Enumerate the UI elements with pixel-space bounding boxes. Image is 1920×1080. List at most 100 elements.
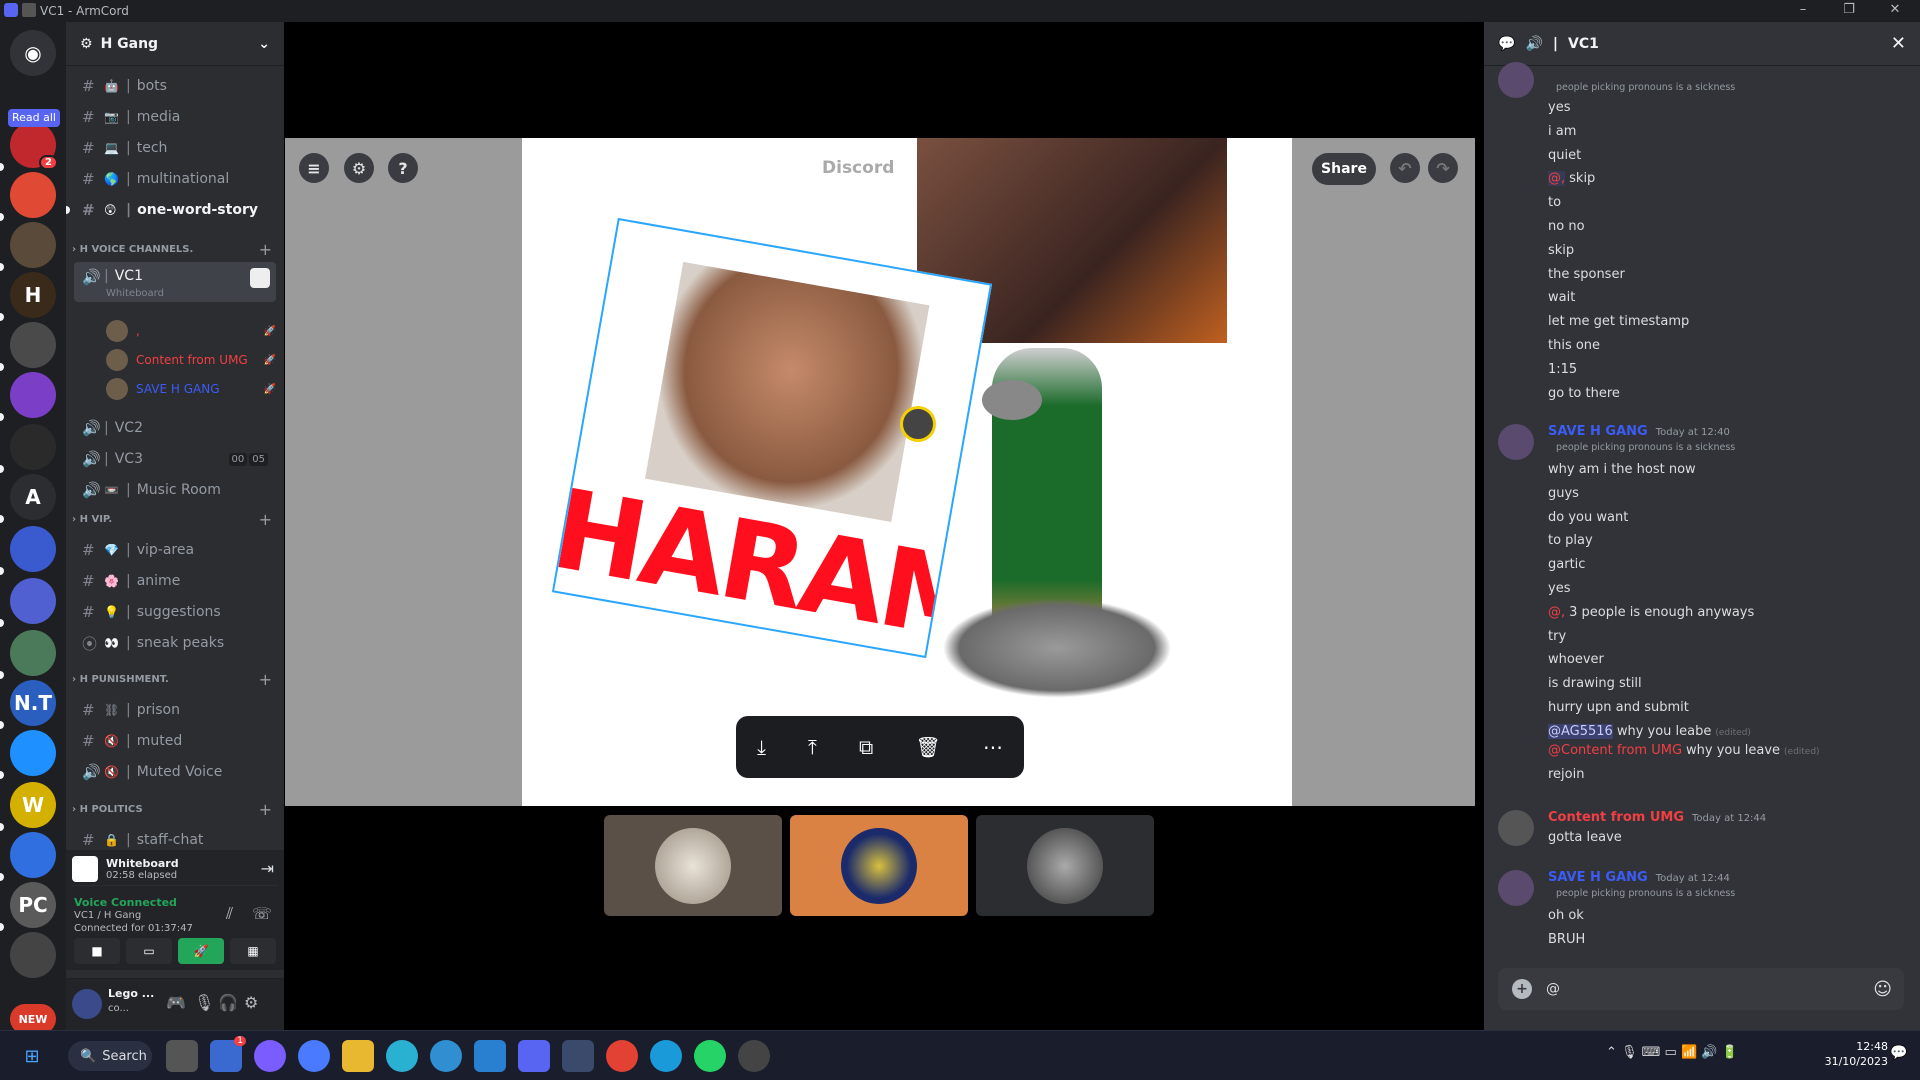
clock-date[interactable]: 31/10/2023 xyxy=(1818,1054,1888,1069)
close-icon[interactable]: ✕ xyxy=(1891,33,1906,54)
send-backward-icon[interactable]: ⤓ xyxy=(757,735,766,759)
mention[interactable]: @, xyxy=(1548,605,1565,620)
category-voice[interactable]: › H VOICE CHANNELS. + xyxy=(72,240,278,259)
category-politics[interactable]: › H POLITICS + xyxy=(72,800,278,819)
settings-gear-icon[interactable]: ⚙ xyxy=(244,993,258,1012)
message-input[interactable]: + @ ☺ xyxy=(1498,968,1904,1010)
channel-tech[interactable]: # 💻 | tech xyxy=(74,134,276,162)
channel-music-room[interactable]: 🔊 📼 | Music Room xyxy=(74,476,276,504)
voice-user[interactable]: , 🚀 xyxy=(106,318,276,344)
channel-media[interactable]: # 📷 | media xyxy=(74,103,276,131)
server-icon-s3[interactable] xyxy=(10,222,56,268)
delete-icon[interactable]: 🗑 xyxy=(915,735,940,759)
server-icon-s10[interactable] xyxy=(10,578,56,624)
channel-one-word-story[interactable]: # 😲 | one-word-story xyxy=(66,196,276,224)
noise-suppression-icon[interactable]: ⫽ xyxy=(226,904,233,924)
menu-icon[interactable]: ≡ xyxy=(299,153,329,183)
taskbar-app-teams[interactable]: 1 xyxy=(210,1036,246,1072)
taskbar-app-armcord-active[interactable] xyxy=(562,1040,594,1072)
notification-icon[interactable]: 💬 xyxy=(1890,1045,1907,1061)
message-author[interactable]: SAVE H GANG Today at 12:44 xyxy=(1548,870,1730,885)
server-icon-s7[interactable] xyxy=(10,424,56,470)
participant-tile-1[interactable] xyxy=(604,815,782,916)
user-avatar[interactable] xyxy=(72,989,102,1019)
mention[interactable]: @Content from UMG xyxy=(1548,743,1682,758)
activity-button[interactable]: 🚀 xyxy=(178,938,224,964)
close-window-button[interactable]: ✕ xyxy=(1872,0,1918,22)
mention[interactable]: @AG5516 xyxy=(1548,723,1613,739)
add-channel-icon[interactable]: + xyxy=(259,800,272,819)
minimize-button[interactable]: – xyxy=(1780,0,1826,22)
taskbar-app-browser[interactable] xyxy=(430,1040,462,1072)
server-icon-s9[interactable] xyxy=(10,526,56,572)
mention[interactable]: @, xyxy=(1548,171,1566,187)
channel-sneak-peaks[interactable]: ⦿ 👀 | sneak peaks xyxy=(74,629,276,657)
activity-row[interactable]: Whiteboard 02:58 elapsed ⇥ xyxy=(72,852,278,886)
add-attachment-icon[interactable]: + xyxy=(1512,979,1532,999)
add-channel-icon[interactable]: + xyxy=(259,510,272,529)
channel-suggestions[interactable]: # 💡 | suggestions xyxy=(74,598,276,626)
server-icon-s17[interactable] xyxy=(10,932,56,978)
headphones-icon[interactable]: 🎧 xyxy=(218,993,238,1012)
maximize-button[interactable]: ❐ xyxy=(1826,0,1872,22)
taskbar-app-whatsapp[interactable] xyxy=(694,1040,726,1072)
message-avatar[interactable] xyxy=(1498,870,1534,906)
taskbar-app-edge[interactable] xyxy=(386,1040,418,1072)
server-icon-s15[interactable] xyxy=(10,832,56,878)
server-icon-dm[interactable]: ◉ xyxy=(10,30,56,76)
channel-prison[interactable]: # ⛓ | prison xyxy=(74,696,276,724)
category-vip[interactable]: › H VIP. + xyxy=(72,510,278,529)
channel-multinational[interactable]: # 🌎 | multinational xyxy=(74,165,276,193)
bring-forward-icon[interactable]: ⤒ xyxy=(808,735,817,759)
chevron-down-icon[interactable]: ⌄ xyxy=(258,36,270,52)
add-channel-icon[interactable]: + xyxy=(259,240,272,259)
undo-icon[interactable]: ↶ xyxy=(1390,153,1420,183)
channel-vc1[interactable]: 🔊 | VC1 xyxy=(74,262,276,302)
settings-gear-icon[interactable]: ⚙ xyxy=(344,153,374,183)
channel-anime[interactable]: # 🌸 | anime xyxy=(74,567,276,595)
popout-icon[interactable]: ⇥ xyxy=(261,859,274,878)
server-icon-s2[interactable] xyxy=(10,172,56,218)
participant-tile-3[interactable] xyxy=(976,815,1154,916)
server-icon-s16[interactable]: PC xyxy=(10,882,56,928)
channel-vc3[interactable]: 🔊 | VC3 00 05 xyxy=(74,445,276,473)
server-icon-s5[interactable] xyxy=(10,322,56,368)
camera-button[interactable]: ■ xyxy=(74,938,120,964)
message-avatar[interactable] xyxy=(1498,62,1534,98)
gamepad-icon[interactable]: 🎮 xyxy=(166,993,186,1012)
share-button[interactable]: Share xyxy=(1312,153,1376,185)
voice-user[interactable]: SAVE H GANG 🚀 xyxy=(106,376,276,402)
microphone-icon[interactable]: 🎙 xyxy=(194,993,214,1012)
emoji-icon[interactable]: ☺ xyxy=(1873,979,1892,1000)
server-icon-s8[interactable]: A xyxy=(10,474,56,520)
category-punishment[interactable]: › H PUNISHMENT. + xyxy=(72,670,278,689)
taskbar-app-firefox-dev[interactable] xyxy=(254,1040,286,1072)
server-icon-s1[interactable]: 2 xyxy=(10,122,58,170)
message-author[interactable]: Content from UMG Today at 12:44 xyxy=(1548,810,1766,825)
server-icon-s14[interactable]: W xyxy=(10,782,56,828)
whiteboard-canvas[interactable]: Discord HARAM xyxy=(522,138,1292,806)
soundboard-button[interactable]: ▦ xyxy=(230,938,276,964)
more-icon[interactable]: ⋯ xyxy=(983,735,1003,759)
server-icon-s4[interactable]: H xyxy=(10,272,56,318)
server-icon-s11[interactable] xyxy=(10,630,56,676)
server-icon-s6[interactable] xyxy=(10,372,56,418)
taskbar-app-explorer[interactable] xyxy=(342,1040,374,1072)
duplicate-icon[interactable]: ⧉ xyxy=(859,735,873,759)
participant-tile-2[interactable] xyxy=(790,815,968,916)
server-header[interactable]: ⚙ H Gang ⌄ xyxy=(66,22,284,66)
clock-time[interactable]: 12:48 xyxy=(1818,1039,1888,1054)
taskbar-app-store[interactable] xyxy=(474,1040,506,1072)
taskbar-app-vpn[interactable] xyxy=(650,1040,682,1072)
channel-bots[interactable]: # 🤖 | bots xyxy=(74,72,276,100)
task-view-icon[interactable] xyxy=(166,1040,198,1072)
channel-vip-area[interactable]: # 💎 | vip-area xyxy=(74,536,276,564)
server-icon-s12[interactable]: N.T xyxy=(10,680,56,726)
help-icon[interactable]: ? xyxy=(388,153,418,183)
add-channel-icon[interactable]: + xyxy=(259,670,272,689)
screen-share-button[interactable]: ▭ xyxy=(126,938,172,964)
voice-channel[interactable]: VC1 / H Gang xyxy=(74,909,193,922)
channel-vc2[interactable]: 🔊 | VC2 xyxy=(74,414,276,442)
message-avatar[interactable] xyxy=(1498,810,1534,846)
voice-user[interactable]: Content from UMG 🚀 xyxy=(106,347,276,373)
